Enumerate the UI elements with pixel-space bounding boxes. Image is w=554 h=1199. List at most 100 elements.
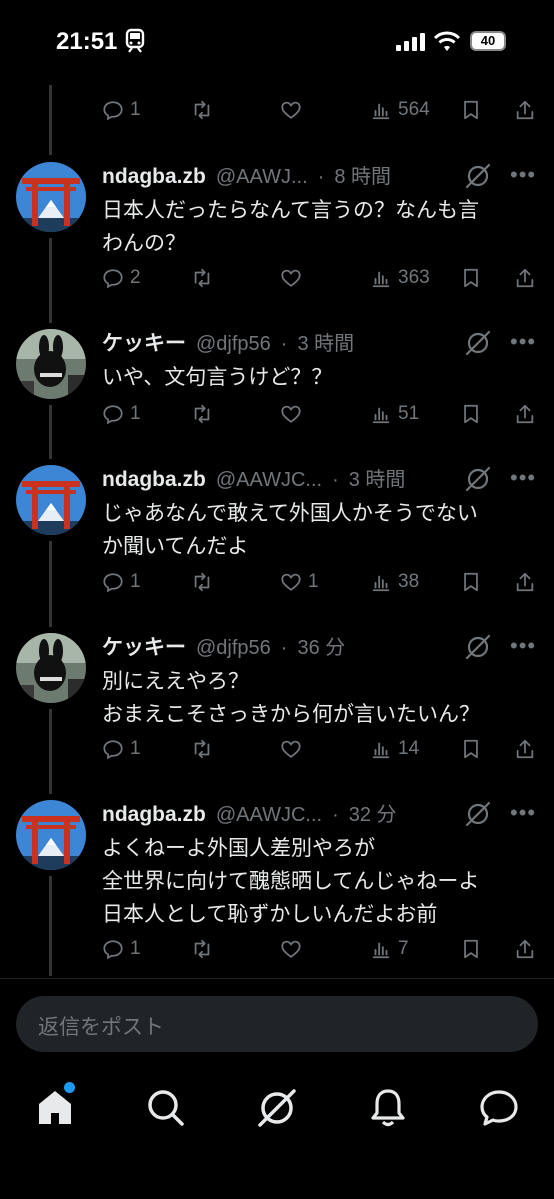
more-icon[interactable]: ••• [510, 329, 536, 355]
handle[interactable]: @AAWJ... [216, 166, 308, 189]
heart-icon [281, 101, 301, 119]
views-button[interactable]: 38 [370, 571, 419, 593]
reply-button[interactable]: 1 [102, 571, 141, 593]
bookmark-button[interactable] [460, 938, 482, 960]
display-name[interactable]: ケッキー [102, 327, 186, 357]
bookmark-button[interactable] [460, 571, 482, 593]
tweet-text: よくねーよ外国人差別やろが 全世界に向けて醜態晒してんじゃねーよ 日本人として恥… [102, 837, 480, 926]
timestamp[interactable]: 36 分 [297, 631, 345, 660]
like-button[interactable] [280, 738, 308, 760]
heart-icon [281, 269, 301, 287]
views-count: 51 [398, 403, 420, 424]
repost-button[interactable] [191, 267, 219, 289]
share-button[interactable] [514, 571, 536, 593]
timestamp[interactable]: 8 時間 [334, 160, 391, 189]
handle[interactable]: @djfp56 [196, 637, 271, 660]
repost-button[interactable] [191, 99, 219, 121]
avatar[interactable] [16, 465, 86, 535]
repost-button[interactable] [191, 938, 219, 960]
reply-button[interactable]: 2 [102, 267, 141, 289]
share-button[interactable] [514, 738, 536, 760]
more-icon[interactable]: ••• [510, 633, 536, 659]
tweet-text: じゃあなんで敢えて外国人かそうでない か聞いてんだよ [102, 502, 478, 558]
retweet-icon [194, 739, 210, 759]
share-icon [516, 268, 534, 288]
like-button[interactable]: 1 [280, 571, 319, 593]
bookmark-button[interactable] [460, 738, 482, 760]
display-name[interactable]: ndagba.zb [102, 803, 206, 827]
views-button[interactable]: 363 [370, 267, 430, 289]
reply-button[interactable]: 1 [102, 403, 141, 425]
more-icon[interactable]: ••• [510, 800, 536, 826]
reply-button[interactable]: 1 [102, 738, 141, 760]
bookmark-icon [464, 572, 478, 592]
divider [0, 978, 554, 979]
like-button[interactable] [280, 99, 308, 121]
handle[interactable]: @AAWJC... [216, 469, 322, 492]
grok-icon[interactable] [464, 329, 492, 357]
signal-icon [396, 33, 425, 51]
share-button[interactable] [514, 267, 536, 289]
nav-messages[interactable] [479, 1089, 519, 1132]
display-name[interactable]: ndagba.zb [102, 165, 206, 189]
like-button[interactable] [280, 403, 308, 425]
nav-notifications[interactable] [370, 1088, 406, 1133]
bookmark-icon [464, 268, 478, 288]
bell-icon [371, 1089, 405, 1127]
grok-icon[interactable] [464, 162, 492, 190]
share-button[interactable] [514, 99, 536, 121]
tweet-text: 日本人だったらなんて言うの？なんも言 わんの？ [102, 199, 479, 255]
nav-grok[interactable] [256, 1087, 298, 1134]
views-icon [372, 103, 390, 120]
tweet-text: 別にええやろ？ おまえこそさっきから何が言いたいん？ [102, 670, 480, 726]
home-icon [39, 1091, 71, 1124]
share-icon [516, 404, 534, 424]
avatar[interactable] [16, 162, 86, 232]
reply-count: 1 [130, 99, 141, 120]
reply-icon [103, 940, 123, 960]
repost-button[interactable] [191, 738, 219, 760]
nav-search[interactable] [147, 1089, 185, 1132]
like-button[interactable] [280, 938, 308, 960]
views-button[interactable]: 51 [370, 403, 419, 425]
grok-icon[interactable] [464, 800, 492, 828]
avatar[interactable] [16, 633, 86, 703]
views-count: 363 [398, 267, 430, 288]
handle[interactable]: @djfp56 [196, 333, 271, 356]
reply-count: 1 [130, 403, 141, 424]
views-button[interactable]: 14 [370, 738, 419, 760]
reply-button[interactable]: 1 [102, 99, 141, 121]
display-name[interactable]: ndagba.zb [102, 468, 206, 492]
avatar[interactable] [16, 800, 86, 870]
thread-line [49, 85, 52, 155]
grok-icon[interactable] [464, 633, 492, 661]
repost-button[interactable] [191, 403, 219, 425]
tweet-header: ndagba.zb @AAWJ... · 8 時間 [102, 160, 391, 189]
share-button[interactable] [514, 938, 536, 960]
reply-button[interactable]: 1 [102, 938, 141, 960]
views-count: 38 [398, 571, 420, 592]
share-button[interactable] [514, 403, 536, 425]
timestamp[interactable]: 3 時間 [349, 463, 406, 492]
grok-icon[interactable] [464, 465, 492, 493]
repost-button[interactable] [191, 571, 219, 593]
timestamp[interactable]: 32 分 [349, 798, 397, 827]
bookmark-button[interactable] [460, 99, 482, 121]
thread-line [49, 709, 52, 794]
more-icon[interactable]: ••• [510, 465, 536, 491]
views-count: 564 [398, 99, 430, 120]
share-icon [516, 739, 534, 759]
avatar[interactable] [16, 329, 86, 399]
views-button[interactable]: 7 [370, 938, 409, 960]
timestamp[interactable]: 3 時間 [297, 327, 354, 356]
heart-icon [281, 940, 301, 958]
nav-home[interactable] [36, 1082, 75, 1133]
reply-count: 1 [130, 938, 141, 959]
more-icon[interactable]: ••• [510, 162, 536, 188]
bookmark-button[interactable] [460, 267, 482, 289]
bookmark-button[interactable] [460, 403, 482, 425]
like-button[interactable] [280, 267, 308, 289]
views-button[interactable]: 564 [370, 99, 430, 121]
handle[interactable]: @AAWJC... [216, 804, 322, 827]
display-name[interactable]: ケッキー [102, 631, 186, 661]
